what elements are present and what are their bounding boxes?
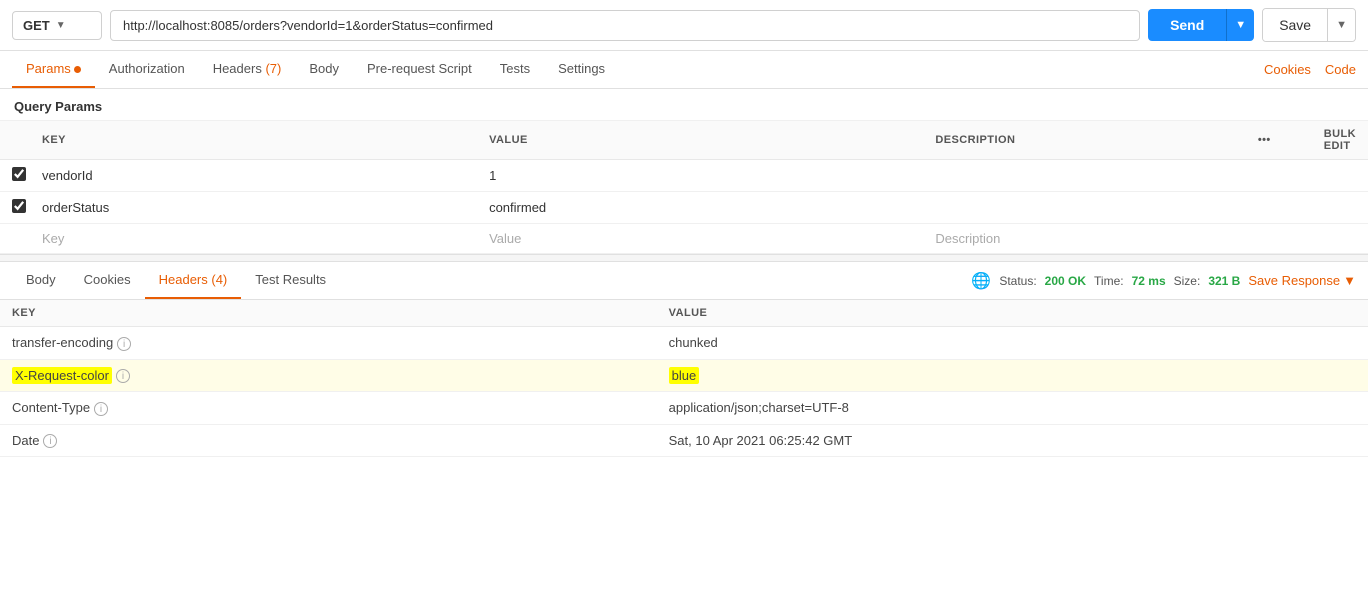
placeholder-extra xyxy=(1312,224,1368,254)
placeholder-value[interactable]: Value xyxy=(477,224,923,254)
placeholder-checkbox-cell xyxy=(0,224,30,254)
tab-authorization[interactable]: Authorization xyxy=(95,51,199,88)
time-label: Time: xyxy=(1094,274,1124,288)
row1-value: 1 xyxy=(477,160,923,192)
request-tabs: Params Authorization Headers (7) Body Pr… xyxy=(0,51,1368,89)
send-button[interactable]: Send xyxy=(1148,9,1226,41)
tab-right-links: Cookies Code xyxy=(1264,62,1356,77)
resp-row0-value: chunked xyxy=(657,327,1368,360)
resp-table-row: X-Request-color i blue xyxy=(0,359,1368,392)
method-selector[interactable]: GET ▼ xyxy=(12,11,102,40)
tab-settings[interactable]: Settings xyxy=(544,51,619,88)
resp-row1-key: X-Request-color i xyxy=(0,359,657,392)
row2-checkbox-cell xyxy=(0,192,30,224)
resp-tab-headers[interactable]: Headers (4) xyxy=(145,262,242,299)
resp-th-value: VALUE xyxy=(657,300,1368,327)
tab-body[interactable]: Body xyxy=(295,51,353,88)
row2-extra xyxy=(1312,192,1368,224)
row1-key: vendorId xyxy=(30,160,477,192)
row2-checkbox[interactable] xyxy=(12,199,26,213)
th-checkbox xyxy=(0,121,30,160)
resp-row2-value: application/json;charset=UTF-8 xyxy=(657,392,1368,425)
size-label: Size: xyxy=(1174,274,1201,288)
response-tabs-bar: Body Cookies Headers (4) Test Results 🌐 … xyxy=(0,262,1368,300)
globe-icon: 🌐 xyxy=(971,271,991,291)
th-bulk-edit[interactable]: Bulk Edit xyxy=(1312,121,1368,160)
row2-act xyxy=(1246,192,1312,224)
save-button-group: Save ▼ xyxy=(1262,8,1356,42)
th-description: DESCRIPTION xyxy=(923,121,1246,160)
query-params-table: KEY VALUE DESCRIPTION ••• Bulk Edit vend… xyxy=(0,121,1368,254)
save-button[interactable]: Save xyxy=(1263,9,1327,41)
row1-checkbox-cell xyxy=(0,160,30,192)
section-divider xyxy=(0,254,1368,262)
resp-th-key: KEY xyxy=(0,300,657,327)
th-key: KEY xyxy=(30,121,477,160)
resp-row3-key: Datei xyxy=(0,424,657,457)
resp-table-row: transfer-encodingichunked xyxy=(0,327,1368,360)
save-dropdown-button[interactable]: ▼ xyxy=(1327,9,1355,41)
info-icon: i xyxy=(43,434,57,448)
status-label: Status: xyxy=(999,274,1036,288)
query-params-header: Query Params xyxy=(0,89,1368,121)
row1-desc xyxy=(923,160,1246,192)
response-status-bar: 🌐 Status: 200 OK Time: 72 ms Size: 321 B… xyxy=(971,271,1356,291)
cookies-link[interactable]: Cookies xyxy=(1264,62,1311,77)
method-value: GET xyxy=(23,18,50,33)
size-value: 321 B xyxy=(1208,274,1240,288)
row1-checkbox[interactable] xyxy=(12,167,26,181)
info-icon: i xyxy=(117,337,131,351)
table-row: vendorId 1 xyxy=(0,160,1368,192)
row2-value: confirmed xyxy=(477,192,923,224)
row2-key: orderStatus xyxy=(30,192,477,224)
th-dots: ••• xyxy=(1246,121,1312,160)
top-bar: GET ▼ Send ▼ Save ▼ xyxy=(0,0,1368,51)
tab-tests[interactable]: Tests xyxy=(486,51,544,88)
resp-row3-value: Sat, 10 Apr 2021 06:25:42 GMT xyxy=(657,424,1368,457)
row1-act xyxy=(1246,160,1312,192)
status-value: 200 OK xyxy=(1045,274,1086,288)
resp-tab-cookies[interactable]: Cookies xyxy=(70,262,145,299)
tab-headers[interactable]: Headers (7) xyxy=(199,51,296,88)
resp-table-row: Content-Typeiapplication/json;charset=UT… xyxy=(0,392,1368,425)
highlight-value-span: blue xyxy=(669,367,700,384)
save-response-button[interactable]: Save Response ▼ xyxy=(1248,273,1356,288)
placeholder-act xyxy=(1246,224,1312,254)
send-dropdown-button[interactable]: ▼ xyxy=(1226,9,1254,41)
highlight-key-span: X-Request-color xyxy=(12,367,112,384)
send-button-group: Send ▼ xyxy=(1148,9,1254,41)
table-row-placeholder: Key Value Description xyxy=(0,224,1368,254)
info-icon: i xyxy=(116,369,130,383)
tab-pre-request-script[interactable]: Pre-request Script xyxy=(353,51,486,88)
placeholder-key[interactable]: Key xyxy=(30,224,477,254)
table-row: orderStatus confirmed xyxy=(0,192,1368,224)
resp-row2-key: Content-Typei xyxy=(0,392,657,425)
resp-tab-test-results[interactable]: Test Results xyxy=(241,262,340,299)
response-headers-table: KEY VALUE transfer-encodingichunkedX-Req… xyxy=(0,300,1368,457)
placeholder-desc[interactable]: Description xyxy=(923,224,1246,254)
resp-row0-key: transfer-encodingi xyxy=(0,327,657,360)
resp-row1-value: blue xyxy=(657,359,1368,392)
time-value: 72 ms xyxy=(1132,274,1166,288)
url-input[interactable] xyxy=(110,10,1140,41)
tab-params[interactable]: Params xyxy=(12,51,95,88)
resp-tab-body[interactable]: Body xyxy=(12,262,70,299)
th-value: VALUE xyxy=(477,121,923,160)
code-link[interactable]: Code xyxy=(1325,62,1356,77)
params-dot xyxy=(74,66,81,73)
resp-table-row: DateiSat, 10 Apr 2021 06:25:42 GMT xyxy=(0,424,1368,457)
method-chevron: ▼ xyxy=(56,20,66,31)
row1-extra xyxy=(1312,160,1368,192)
info-icon: i xyxy=(94,402,108,416)
row2-desc xyxy=(923,192,1246,224)
